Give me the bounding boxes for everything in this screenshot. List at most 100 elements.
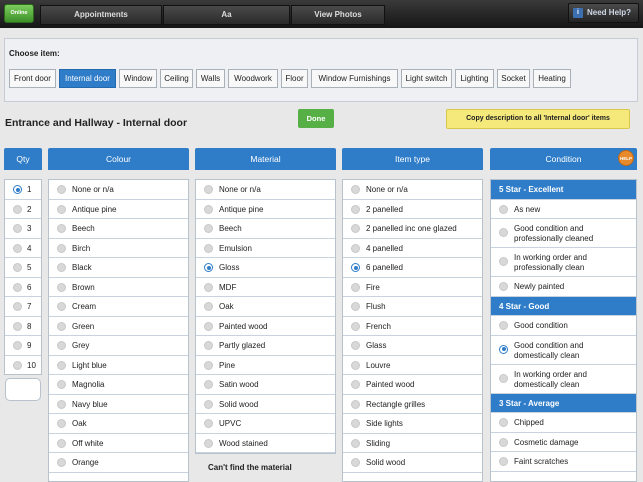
condition-option-as-new[interactable]: As new <box>491 200 636 219</box>
item-ceiling[interactable]: Ceiling <box>160 69 193 88</box>
help-badge-icon[interactable]: HELP <box>618 150 634 166</box>
item-window[interactable]: Window <box>119 69 157 88</box>
radio-button[interactable] <box>499 457 508 466</box>
material-option-partly-glazed[interactable]: Partly glazed <box>196 336 335 356</box>
radio-button[interactable] <box>351 399 360 409</box>
radio-button[interactable] <box>351 243 360 253</box>
radio-button[interactable] <box>499 204 508 214</box>
item-type-option-2-panelled[interactable]: 2 panelled <box>343 200 482 219</box>
tab-view-photos[interactable]: View Photos <box>291 5 385 25</box>
material-option-solid-wood[interactable]: Solid wood <box>196 395 335 414</box>
colour-option-oak[interactable]: Oak <box>49 414 188 434</box>
item-socket[interactable]: Socket <box>497 69 530 88</box>
radio-button[interactable] <box>204 185 213 194</box>
colour-option-off-white[interactable]: Off white <box>49 434 188 453</box>
tab-text-size[interactable]: Aa <box>163 5 290 25</box>
radio-button[interactable] <box>13 302 22 311</box>
material-option-mdf[interactable]: MDF <box>196 278 335 297</box>
radio-button[interactable] <box>13 243 22 253</box>
colour-option-birch[interactable]: Birch <box>49 239 188 258</box>
material-option-antique-pine[interactable]: Antique pine <box>196 200 335 219</box>
qty-option-1[interactable]: 1 <box>5 180 41 200</box>
radio-button[interactable] <box>204 302 213 311</box>
colour-option-cream[interactable]: Cream <box>49 297 188 317</box>
qty-option-10[interactable]: 10 <box>5 356 41 375</box>
qty-option-5[interactable]: 5 <box>5 258 41 278</box>
colour-option-antique-pine[interactable]: Antique pine <box>49 200 188 219</box>
colour-option-orange[interactable]: Orange <box>49 453 188 473</box>
radio-button[interactable] <box>351 282 360 292</box>
item-type-option-side-lights[interactable]: Side lights <box>343 414 482 434</box>
item-type-option-rectangle-grilles[interactable]: Rectangle grilles <box>343 395 482 414</box>
radio-button[interactable] <box>57 419 66 428</box>
radio-button[interactable] <box>57 204 66 214</box>
radio-button[interactable] <box>13 282 22 292</box>
item-woodwork[interactable]: Woodwork <box>228 69 278 88</box>
radio-button[interactable] <box>351 438 360 448</box>
material-option-none-or-n-a[interactable]: None or n/a <box>196 180 335 200</box>
radio-button[interactable] <box>13 185 22 194</box>
radio-button[interactable] <box>204 419 213 428</box>
radio-button[interactable] <box>351 263 360 272</box>
radio-button[interactable] <box>499 228 508 237</box>
item-type-option-glass[interactable]: Glass <box>343 336 482 356</box>
radio-button[interactable] <box>204 282 213 292</box>
item-type-option-fire[interactable]: Fire <box>343 278 482 297</box>
radio-button[interactable] <box>204 224 213 233</box>
colour-option-magnolia[interactable]: Magnolia <box>49 375 188 395</box>
item-type-option-6-panelled[interactable]: 6 panelled <box>343 258 482 278</box>
material-option-satin-wood[interactable]: Satin wood <box>196 375 335 395</box>
item-floor[interactable]: Floor <box>281 69 308 88</box>
condition-option-cosmetic-damage[interactable]: Cosmetic damage <box>491 433 636 452</box>
colour-option-beech[interactable]: Beech <box>49 219 188 239</box>
radio-button[interactable] <box>57 399 66 409</box>
radio-button[interactable] <box>351 204 360 214</box>
item-heating[interactable]: Heating <box>533 69 571 88</box>
item-type-option-sliding[interactable]: Sliding <box>343 434 482 453</box>
radio-button[interactable] <box>204 263 213 272</box>
qty-option-3[interactable]: 3 <box>5 219 41 239</box>
radio-button[interactable] <box>13 224 22 233</box>
radio-button[interactable] <box>499 282 508 291</box>
condition-option-newly-painted[interactable]: Newly painted <box>491 277 636 297</box>
radio-button[interactable] <box>351 224 360 233</box>
colour-option-brown[interactable]: Brown <box>49 278 188 297</box>
condition-option-chipped[interactable]: Chipped <box>491 413 636 433</box>
radio-button[interactable] <box>351 321 360 331</box>
radio-button[interactable] <box>57 321 66 331</box>
item-type-option-2-panelled-inc-one-glazed[interactable]: 2 panelled inc one glazed <box>343 219 482 239</box>
radio-button[interactable] <box>13 341 22 350</box>
radio-button[interactable] <box>57 458 66 467</box>
item-type-option-4-panelled[interactable]: 4 panelled <box>343 239 482 258</box>
radio-button[interactable] <box>57 341 66 350</box>
radio-button[interactable] <box>351 380 360 389</box>
radio-button[interactable] <box>499 257 508 266</box>
item-type-option-painted-wood[interactable]: Painted wood <box>343 375 482 395</box>
radio-button[interactable] <box>499 373 508 383</box>
radio-button[interactable] <box>13 360 22 370</box>
item-lighting[interactable]: Lighting <box>455 69 494 88</box>
item-type-option-louvre[interactable]: Louvre <box>343 356 482 375</box>
online-status-button[interactable]: Online <box>4 4 34 23</box>
custom-qty-input[interactable] <box>5 378 41 401</box>
radio-button[interactable] <box>499 418 508 427</box>
material-option-painted-wood[interactable]: Painted wood <box>196 317 335 336</box>
qty-option-8[interactable]: 8 <box>5 317 41 336</box>
radio-button[interactable] <box>499 344 508 354</box>
cant-find-material-link[interactable]: Can't find the material <box>208 463 292 472</box>
item-front-door[interactable]: Front door <box>9 69 56 88</box>
condition-option-good-condition-and-domestically-clean[interactable]: Good condition and domestically clean <box>491 336 636 365</box>
radio-button[interactable] <box>204 399 213 409</box>
condition-option-good-condition-and-professionally-cleaned[interactable]: Good condition and professionally cleane… <box>491 219 636 248</box>
radio-button[interactable] <box>57 243 66 253</box>
radio-button[interactable] <box>351 302 360 311</box>
material-option-upvc[interactable]: UPVC <box>196 414 335 434</box>
radio-button[interactable] <box>13 321 22 331</box>
qty-option-4[interactable]: 4 <box>5 239 41 258</box>
condition-option-faint-scratches[interactable]: Faint scratches <box>491 452 636 472</box>
qty-option-6[interactable]: 6 <box>5 278 41 297</box>
colour-option-green[interactable]: Green <box>49 317 188 336</box>
condition-option-in-working-order-and-professionally-clean[interactable]: In working order and professionally clea… <box>491 248 636 277</box>
radio-button[interactable] <box>204 438 213 448</box>
colour-option-none-or-n-a[interactable]: None or n/a <box>49 180 188 200</box>
